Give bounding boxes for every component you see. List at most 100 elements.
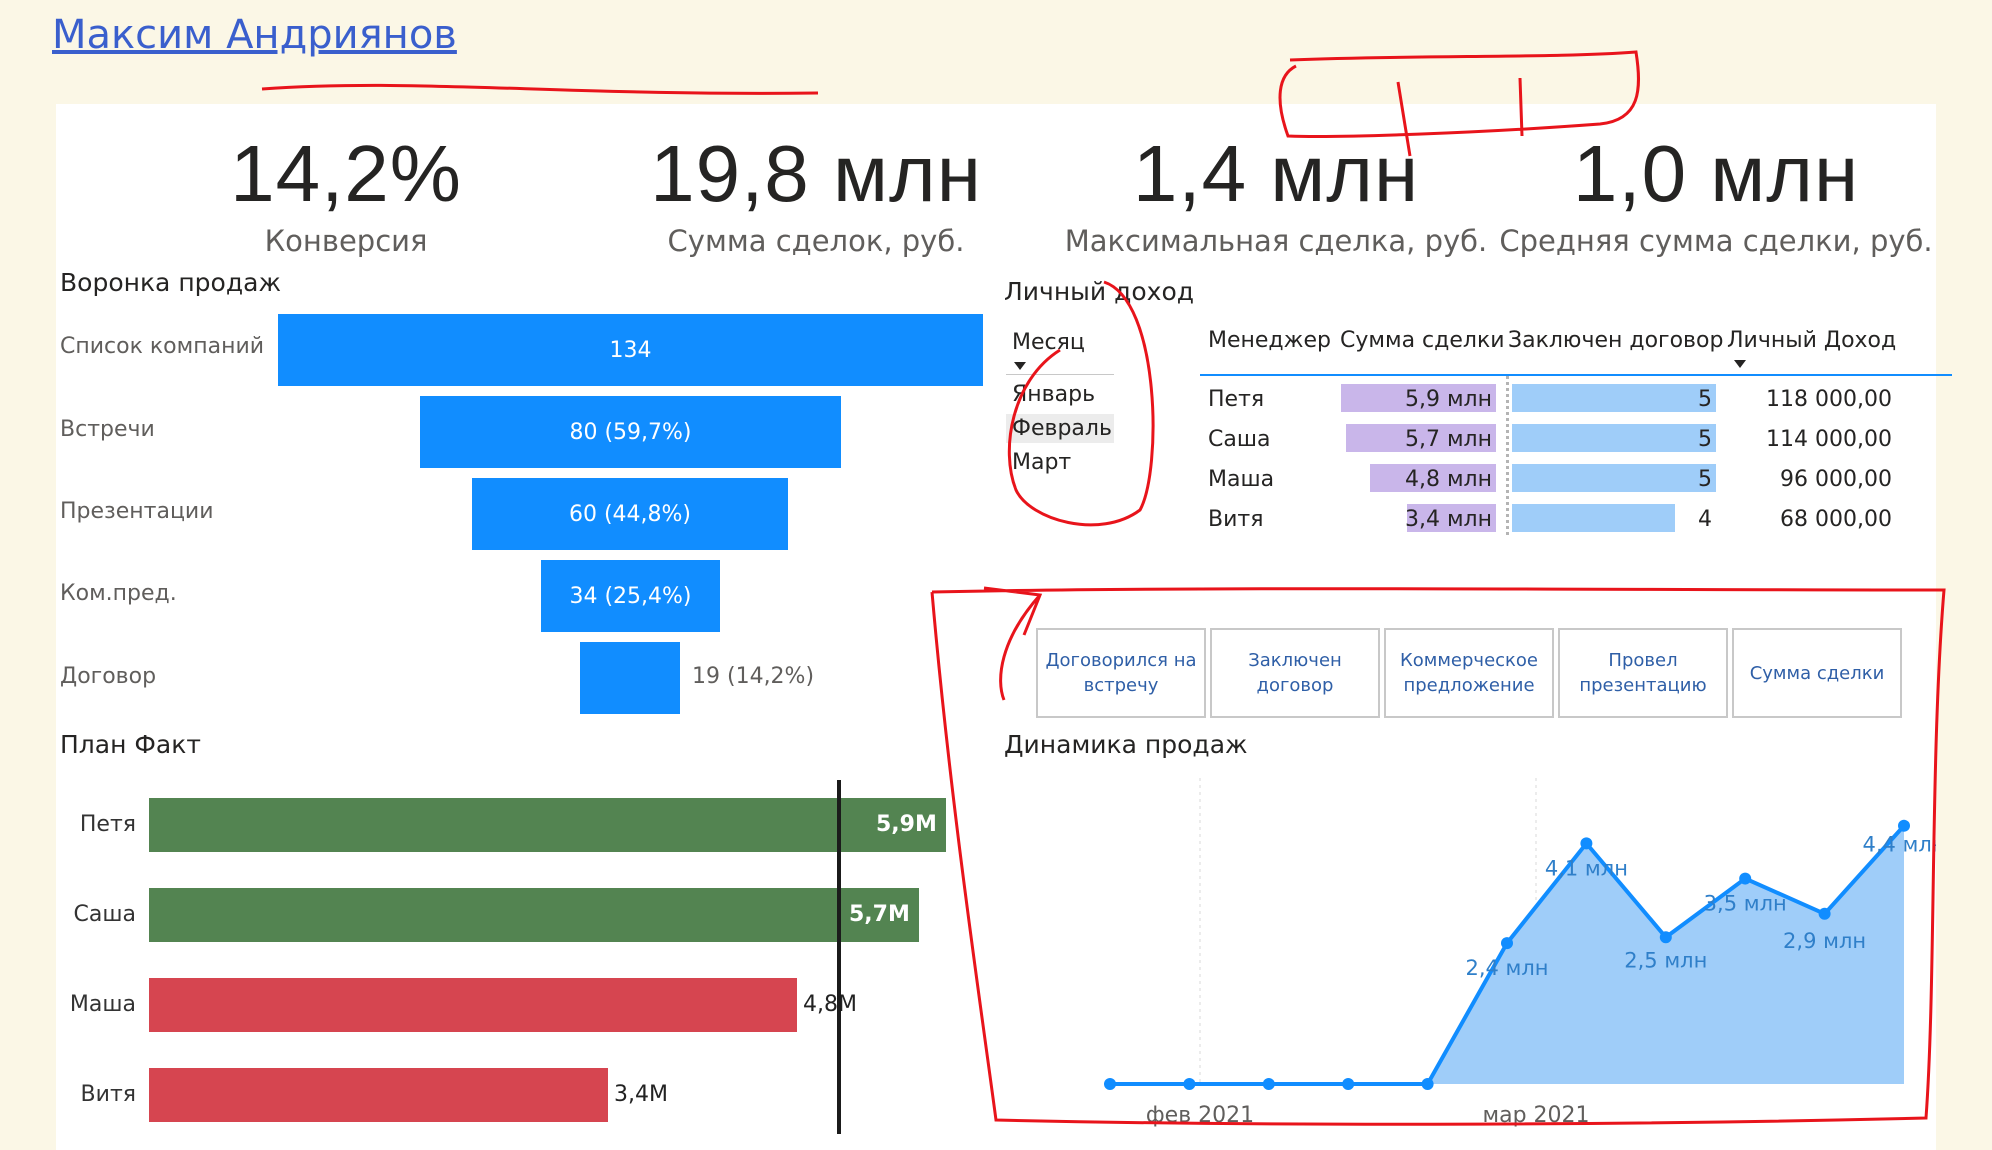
author-link[interactable]: Максим Андриянов <box>52 12 457 58</box>
plan-fact-manager: Витя <box>80 1082 136 1107</box>
deal-sum-button[interactable]: Сумма сделки <box>1732 628 1902 718</box>
data-point[interactable] <box>1342 1078 1355 1090</box>
kpi-value: 19,8 млн <box>650 129 982 218</box>
kpi-deals-sum: 19,8 млн Сумма сделок, руб. <box>576 129 1056 259</box>
plan-fact-value: 5,7M <box>849 902 910 927</box>
data-point[interactable] <box>1421 1078 1434 1090</box>
data-label: 2,9 млн <box>1783 929 1866 953</box>
plan-fact-manager: Маша <box>69 992 136 1017</box>
plan-target-line <box>837 780 841 1134</box>
cell-contract: 5 <box>1698 427 1712 452</box>
x-tick-label: мар 2021 <box>1482 1103 1589 1128</box>
dashboard-panel: 14,2% Конверсия 19,8 млн Сумма сделок, р… <box>56 104 1952 1150</box>
funnel-bar[interactable] <box>580 642 680 714</box>
contract-databar <box>1512 384 1716 412</box>
plan-fact-value: 5,9M <box>876 812 937 837</box>
funnel-stage-label: Презентации <box>60 499 214 524</box>
kpi-value: 1,0 млн <box>1572 129 1860 218</box>
contract-button[interactable]: Заключен договор <box>1210 628 1380 718</box>
funnel-title: Воронка продаж <box>60 268 281 297</box>
data-point[interactable] <box>1739 872 1752 885</box>
slicer-divider <box>1006 374 1114 375</box>
cell-manager: Петя <box>1208 387 1265 412</box>
cell-manager: Маша <box>1208 467 1275 492</box>
cell-deal-sum: 5,7 млн <box>1404 427 1492 452</box>
plan-fact-title: План Факт <box>60 730 201 759</box>
data-point[interactable] <box>1818 907 1831 920</box>
column-resize-handle[interactable] <box>1506 376 1509 538</box>
month-slicer-item[interactable]: Январь <box>1006 380 1101 409</box>
kpi-label: Сумма сделок, руб. <box>667 224 965 258</box>
data-point[interactable] <box>1898 819 1910 832</box>
kpi-label: Средняя сумма сделки, руб. <box>1499 224 1933 258</box>
kpi-conversion: 14,2% Конверсия <box>166 129 526 259</box>
data-label: 4,1 млн <box>1545 856 1628 880</box>
cell-contract: 5 <box>1698 387 1712 412</box>
column-header-deal-sum[interactable]: Сумма сделки <box>1340 328 1505 353</box>
funnel-stage-label: Договор <box>60 664 157 689</box>
funnel-bar[interactable]: 60 (44,8%) <box>472 478 788 550</box>
data-label: 2,5 млн <box>1624 948 1707 972</box>
funnel-bar-value: 60 (44,8%) <box>568 501 692 527</box>
cell-deal-sum: 4,8 млн <box>1404 467 1492 492</box>
cell-income: 68 000,00 <box>1780 507 1892 532</box>
annotation-underline <box>261 83 819 95</box>
table-header-rule <box>1200 374 1952 376</box>
kpi-value: 1,4 млн <box>1132 129 1420 218</box>
met-button[interactable]: Договорился на встречу <box>1036 628 1206 718</box>
x-tick-label: фев 2021 <box>1146 1103 1254 1128</box>
data-point[interactable] <box>1183 1078 1196 1090</box>
contract-databar <box>1512 424 1716 452</box>
funnel-bar-value: 80 (59,7%) <box>569 419 692 445</box>
dynamics-title: Динамика продаж <box>1004 730 1248 759</box>
cell-income: 118 000,00 <box>1766 387 1892 412</box>
sales-dynamics-chart: фев 2021 мар 2021 2,4 млн 4,1 млн 2,5 млн 3… <box>1104 778 1936 1128</box>
plan-fact-manager: Петя <box>79 812 136 837</box>
cell-deal-sum: 3,4 млн <box>1404 507 1492 532</box>
column-header-manager[interactable]: Менеджер <box>1208 328 1331 353</box>
funnel-stage-label: Ком.пред. <box>60 581 177 606</box>
kpi-max-deal: 1,4 млн Максимальная сделка, руб. <box>1016 129 1536 259</box>
kpi-avg-deal: 1,0 млн Средняя сумма сделки, руб. <box>1486 129 1946 259</box>
data-label: 3,5 млн <box>1704 892 1787 916</box>
funnel-bar[interactable]: 134 <box>278 314 983 386</box>
kpi-label: Конверсия <box>264 224 428 258</box>
data-point[interactable] <box>1659 931 1672 944</box>
plan-fact-bar[interactable] <box>149 888 919 942</box>
plan-fact-bar[interactable] <box>149 978 797 1032</box>
cell-income: 96 000,00 <box>1780 467 1892 492</box>
funnel-bar-value: 134 <box>609 337 652 363</box>
data-point[interactable] <box>1104 1078 1116 1090</box>
plan-fact-bar[interactable] <box>149 798 946 852</box>
cell-contract: 5 <box>1698 467 1712 492</box>
cell-manager: Саша <box>1208 427 1271 452</box>
funnel-bar-value: 34 (25,4%) <box>569 583 692 609</box>
kpi-value: 14,2% <box>230 129 462 218</box>
kpi-label: Максимальная сделка, руб. <box>1064 224 1488 258</box>
column-header-income[interactable]: Личный Доход <box>1727 328 1896 353</box>
cell-manager: Витя <box>1208 507 1264 532</box>
plan-fact-manager: Саша <box>73 902 136 927</box>
month-slicer-item-selected[interactable]: Февраль <box>1006 414 1114 443</box>
cell-contract: 4 <box>1698 507 1712 532</box>
funnel-stage-label: Список компаний <box>60 334 265 359</box>
funnel-bar[interactable]: 34 (25,4%) <box>541 560 720 632</box>
cell-income: 114 000,00 <box>1766 427 1892 452</box>
funnel-bar-value: 19 (14,2%) <box>692 664 815 689</box>
month-slicer-header[interactable]: Месяц <box>1012 330 1085 355</box>
data-point[interactable] <box>1262 1078 1275 1090</box>
funnel-stage-label: Встречи <box>60 417 155 442</box>
data-point[interactable] <box>1501 937 1513 950</box>
sort-down-icon[interactable] <box>1014 362 1026 370</box>
column-header-contract[interactable]: Заключен договор <box>1508 328 1723 353</box>
month-slicer-item[interactable]: Март <box>1006 448 1077 477</box>
income-title: Личный доход <box>1004 277 1195 306</box>
data-point[interactable] <box>1580 837 1593 850</box>
offer-button[interactable]: Коммерческое предложение <box>1384 628 1554 718</box>
plan-fact-value: 3,4M <box>614 1082 668 1107</box>
contract-databar <box>1512 464 1716 492</box>
presentation-button[interactable]: Провел презентацию <box>1558 628 1728 718</box>
funnel-bar[interactable]: 80 (59,7%) <box>420 396 841 468</box>
sort-down-icon[interactable] <box>1734 360 1746 368</box>
plan-fact-bar[interactable] <box>149 1068 608 1122</box>
